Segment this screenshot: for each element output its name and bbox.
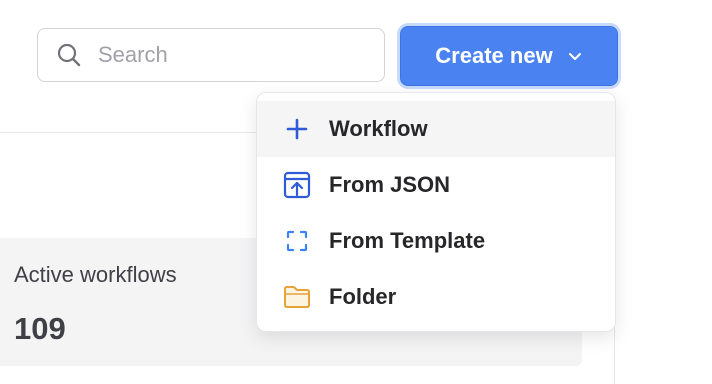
menu-item-from-json[interactable]: From JSON (257, 157, 615, 213)
search-box[interactable] (37, 28, 385, 82)
create-new-button[interactable]: Create new (400, 26, 618, 86)
menu-item-label: Workflow (329, 116, 428, 141)
menu-item-label: From Template (329, 228, 486, 253)
create-new-label: Create new (435, 43, 553, 68)
active-workflows-label: Active workflows (14, 262, 177, 287)
search-input[interactable] (98, 42, 348, 68)
template-icon (283, 227, 311, 255)
active-workflows-count: 109 (14, 311, 66, 346)
folder-icon (283, 283, 311, 311)
chevron-down-icon (567, 48, 583, 64)
create-new-dropdown: Workflow From JSON From Template Folder (256, 92, 616, 332)
menu-item-folder[interactable]: Folder (257, 269, 615, 325)
search-icon (56, 42, 82, 68)
menu-item-from-template[interactable]: From Template (257, 213, 615, 269)
menu-item-workflow[interactable]: Workflow (257, 101, 615, 157)
plus-icon (283, 115, 311, 143)
import-json-icon (283, 171, 311, 199)
menu-item-label: From JSON (329, 172, 451, 197)
menu-item-label: Folder (329, 284, 397, 309)
